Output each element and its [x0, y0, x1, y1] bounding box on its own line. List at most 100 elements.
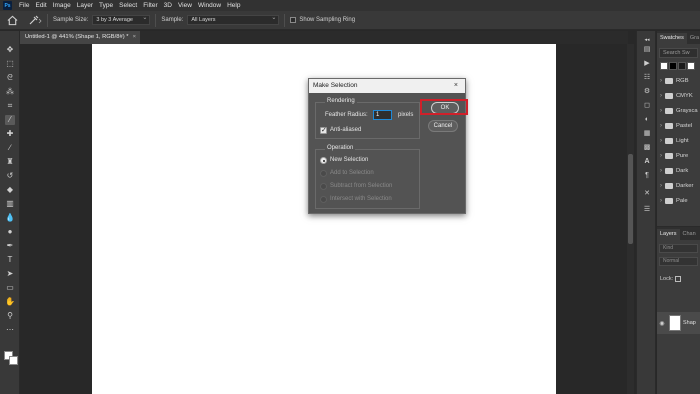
- vertical-scrollbar[interactable]: [627, 44, 634, 394]
- menu-edit[interactable]: Edit: [32, 0, 49, 11]
- folder-icon: [665, 152, 673, 159]
- document-tab[interactable]: Untitled-1 @ 441% (Shape 1, RGB/8#) * ×: [20, 31, 140, 44]
- swatch-white[interactable]: [660, 62, 668, 70]
- swatch-folder-light[interactable]: › Light: [657, 133, 700, 148]
- swatch-black[interactable]: [669, 62, 677, 70]
- eraser-tool-icon[interactable]: ◆: [5, 185, 15, 195]
- add-to-selection-radio[interactable]: [320, 170, 327, 177]
- anti-aliased-checkbox[interactable]: [320, 126, 327, 134]
- close-tab-icon[interactable]: ×: [133, 31, 136, 44]
- healing-brush-tool-icon[interactable]: ✚: [5, 129, 15, 139]
- menu-file[interactable]: File: [16, 0, 32, 11]
- type-tool-icon[interactable]: T: [5, 255, 15, 265]
- swatch-dark[interactable]: [678, 62, 686, 70]
- lock-label: Lock:: [660, 276, 674, 282]
- cancel-button[interactable]: Cancel: [428, 120, 458, 132]
- dialog-title-bar: Make Selection ×: [309, 79, 465, 93]
- more-tools-icon[interactable]: ⋯: [5, 325, 15, 335]
- menu-3d[interactable]: 3D: [161, 0, 175, 11]
- layer-row[interactable]: ◉ Shap: [657, 312, 700, 334]
- swatch-folder-pale[interactable]: › Pale: [657, 193, 700, 208]
- history-panel-icon[interactable]: ▤: [642, 45, 652, 55]
- folder-label: Darker: [676, 182, 694, 189]
- properties-icon[interactable]: ⚙: [642, 87, 652, 97]
- blur-tool-icon[interactable]: 💧: [5, 213, 15, 223]
- patterns-panel-icon[interactable]: ▩: [642, 143, 652, 153]
- tab-channels[interactable]: Chan: [680, 229, 699, 240]
- lasso-tool-icon[interactable]: ᘓ: [5, 73, 15, 83]
- menu-type[interactable]: Type: [96, 0, 116, 11]
- menu-window[interactable]: Window: [195, 0, 224, 11]
- tab-layers[interactable]: Layers: [657, 229, 680, 240]
- visibility-eye-icon[interactable]: ◉: [657, 320, 667, 327]
- gradient-tool-icon[interactable]: ▥: [5, 199, 15, 209]
- paragraph-panel-icon[interactable]: ¶: [642, 171, 652, 181]
- move-tool-icon[interactable]: ✥: [5, 45, 15, 55]
- color-swatches-icon[interactable]: [4, 351, 18, 365]
- options-separator: [47, 13, 48, 27]
- zoom-tool-icon[interactable]: ⚲: [5, 311, 15, 321]
- layer-filter-kind[interactable]: Kind: [659, 244, 698, 253]
- eyedropper-tool-icon[interactable]: ⁄: [5, 115, 15, 125]
- hand-tool-icon[interactable]: ✋: [5, 297, 15, 307]
- feather-unit-label: pixels: [398, 112, 414, 118]
- folder-label: Graysca: [676, 107, 698, 114]
- show-sampling-ring-checkbox[interactable]: [290, 17, 297, 23]
- brush-settings-icon[interactable]: ☰: [642, 205, 652, 215]
- rectangle-tool-icon[interactable]: ▭: [5, 283, 15, 293]
- swatch-folder-pastel[interactable]: › Pastel: [657, 118, 700, 133]
- dialog-close-icon[interactable]: ×: [454, 79, 458, 93]
- swatch-folder-rgb[interactable]: › RGB: [657, 73, 700, 88]
- menu-select[interactable]: Select: [116, 0, 140, 11]
- clone-stamp-tool-icon[interactable]: ♜: [5, 157, 15, 167]
- options-separator: [284, 13, 286, 27]
- lock-transparency-icon[interactable]: [675, 276, 682, 282]
- marquee-tool-icon[interactable]: ⬚: [5, 59, 15, 69]
- brush-tool-icon[interactable]: ∕: [5, 143, 15, 153]
- new-selection-radio[interactable]: [320, 157, 327, 164]
- swatch-folder-cmyk[interactable]: › CMYK: [657, 88, 700, 103]
- swatch-white[interactable]: [687, 62, 695, 70]
- swatch-folder-darker[interactable]: › Darker: [657, 178, 700, 193]
- swatches-search-input[interactable]: Search Sw: [659, 48, 698, 58]
- crop-tool-icon[interactable]: ⌗: [5, 101, 15, 111]
- home-icon[interactable]: [7, 15, 18, 26]
- blend-mode-select[interactable]: Normal: [659, 257, 698, 266]
- color-panel-icon[interactable]: ◐: [642, 115, 652, 125]
- menu-layer[interactable]: Layer: [74, 0, 96, 11]
- operation-group: Operation New Selection Add to Selection…: [315, 145, 420, 209]
- dodge-tool-icon[interactable]: ●: [5, 227, 15, 237]
- swatch-folder-grayscale[interactable]: › Graysca: [657, 103, 700, 118]
- tab-gradients[interactable]: Gra: [687, 33, 700, 44]
- quick-selection-tool-icon[interactable]: ⁂: [5, 87, 15, 97]
- libraries-icon[interactable]: ◻: [642, 101, 652, 111]
- swatch-folder-pure[interactable]: › Pure: [657, 148, 700, 163]
- menu-help[interactable]: Help: [224, 0, 243, 11]
- pen-tool-icon[interactable]: ✒: [5, 241, 15, 251]
- menu-image[interactable]: Image: [50, 0, 74, 11]
- scrollbar-thumb[interactable]: [628, 154, 633, 244]
- intersect-with-selection-radio[interactable]: [320, 196, 327, 203]
- swatch-folder-dark[interactable]: › Dark: [657, 163, 700, 178]
- panel-icon-strip: ◂◂ ▤ ▶ ☷ ⚙ ◻ ◐ ▦ ▩ A ¶ ✕ ☰: [636, 31, 656, 394]
- subtract-from-selection-radio[interactable]: [320, 183, 327, 190]
- eyedropper-tool-preset-icon[interactable]: [28, 15, 42, 25]
- path-selection-tool-icon[interactable]: ➤: [5, 269, 15, 279]
- gradient-panel-icon[interactable]: ▦: [642, 129, 652, 139]
- sample-select[interactable]: All Layers: [187, 14, 280, 25]
- collapse-panels-icon[interactable]: ◂◂: [642, 35, 652, 45]
- ok-button-highlight: [420, 99, 468, 115]
- feather-radius-input[interactable]: 1: [373, 110, 392, 120]
- menu-view[interactable]: View: [175, 0, 195, 11]
- menu-bar: Ps File Edit Image Layer Type Select Fil…: [0, 0, 700, 11]
- history-brush-tool-icon[interactable]: ↺: [5, 171, 15, 181]
- tab-swatches[interactable]: Swatches: [657, 33, 687, 44]
- menu-filter[interactable]: Filter: [140, 0, 160, 11]
- sample-size-select[interactable]: 3 by 3 Average: [92, 14, 151, 25]
- feather-radius-label: Feather Radius:: [325, 112, 368, 118]
- character-panel-icon[interactable]: A: [642, 157, 652, 167]
- actions-play-icon[interactable]: ▶: [642, 59, 652, 69]
- tools-presets-icon[interactable]: ✕: [642, 189, 652, 199]
- adjustments-icon[interactable]: ☷: [642, 73, 652, 83]
- folder-icon: [665, 182, 673, 189]
